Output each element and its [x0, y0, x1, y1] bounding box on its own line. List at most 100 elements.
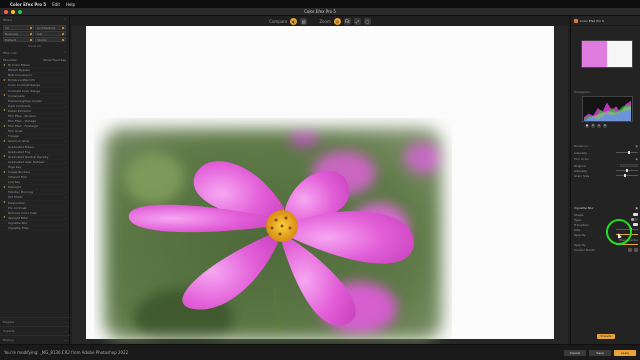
filter-list-item[interactable]: Vignette Filter ›	[3, 226, 66, 232]
background-color-button[interactable]: ▢	[363, 17, 371, 25]
add-control-point-button[interactable]	[628, 247, 632, 252]
star-icon[interactable]	[3, 191, 6, 194]
star-icon[interactable]: ★	[3, 170, 6, 174]
histogram-header[interactable]: Histogram	[571, 88, 640, 96]
star-icon[interactable]	[3, 69, 6, 72]
apply-button[interactable]: Apply	[614, 349, 636, 356]
save-button[interactable]: Save	[589, 349, 611, 356]
zoom-fit-button[interactable]: ◎	[333, 17, 341, 25]
imports-section[interactable]: Imports ⌄	[0, 326, 70, 335]
star-icon[interactable]	[3, 165, 6, 168]
filter-name: Brilliance/Warmth	[8, 78, 35, 83]
menu-help[interactable]: Help	[66, 2, 75, 7]
channel-b-button[interactable]: B	[603, 124, 607, 128]
channel-g-button[interactable]: G	[597, 124, 601, 128]
menu-edit[interactable]: Edit	[52, 2, 60, 7]
filter-name: Graduated User Defined	[8, 159, 45, 164]
original-select[interactable]	[620, 164, 638, 167]
remove-control-point-button[interactable]	[634, 247, 638, 252]
category-default[interactable]: Default	[3, 37, 34, 42]
star-icon[interactable]: ★	[3, 216, 6, 219]
compare-toggle-button[interactable]: ◐	[290, 17, 298, 25]
visibility-icon[interactable]: ◉	[635, 144, 638, 148]
image-canvas[interactable]	[72, 26, 568, 350]
visibility-icon[interactable]: ◉	[635, 206, 638, 210]
chevron-right-icon: ›	[64, 139, 66, 144]
shape-rectangle-icon[interactable]	[633, 213, 638, 216]
intensity-slider[interactable]	[616, 151, 638, 154]
star-icon[interactable]	[3, 74, 6, 77]
star-icon[interactable]	[3, 145, 6, 148]
star-icon[interactable]: ★	[3, 78, 6, 82]
favorites-toggle[interactable]: Favorites	[3, 58, 17, 62]
size-label: Size	[574, 227, 581, 232]
chevron-right-icon: ›	[64, 83, 66, 88]
category-label: Studio	[37, 37, 47, 42]
star-icon[interactable]	[3, 160, 6, 163]
star-icon[interactable]: ★	[3, 63, 6, 67]
star-icon[interactable]	[3, 206, 6, 209]
category-all[interactable]: All	[3, 25, 34, 30]
channel-rgb-button[interactable]: ●	[585, 124, 589, 128]
star-icon[interactable]	[3, 196, 6, 199]
star-icon[interactable]	[3, 99, 6, 102]
category-cat[interactable]: Cat	[35, 31, 66, 36]
slider-knob[interactable]	[626, 169, 628, 172]
star-icon[interactable]	[3, 211, 6, 214]
fullscreen-button[interactable]: ⤢	[353, 17, 361, 25]
star-icon[interactable]: ★	[3, 124, 6, 128]
control-points-label: Control Points	[574, 247, 595, 252]
flower-photo[interactable]	[94, 118, 452, 350]
intensity-slider[interactable]	[616, 169, 638, 172]
slider-knob[interactable]	[624, 174, 626, 177]
filter-list-header[interactable]: Filter List ⌃	[0, 49, 69, 57]
star-icon[interactable]	[3, 181, 6, 184]
star-icon[interactable]	[3, 89, 6, 92]
slider-knob[interactable]	[628, 151, 630, 154]
split-view-button[interactable]: ▥	[300, 17, 308, 25]
star-icon[interactable]	[3, 227, 6, 230]
star-icon[interactable]	[3, 221, 6, 224]
loupe-preview[interactable]	[581, 40, 633, 68]
star-icon[interactable]	[3, 135, 6, 138]
star-icon[interactable]: ★	[3, 94, 6, 97]
filter-b-header[interactable]: Film Grain ◉	[571, 155, 640, 163]
zoom-value[interactable]: Fit	[343, 17, 351, 25]
filter-name: Film Efex - Modern	[8, 113, 36, 118]
star-icon[interactable]	[3, 176, 6, 179]
filter-name: B/W Conversion	[8, 73, 32, 78]
star-icon[interactable]: ★	[3, 185, 6, 189]
cancel-button[interactable]: Cancel	[564, 349, 586, 356]
category-studio[interactable]: Studio	[35, 37, 66, 42]
grain-size-slider[interactable]	[616, 174, 638, 177]
chevron-right-icon: ›	[64, 154, 66, 159]
category-architecture[interactable]: Architecture	[35, 25, 66, 30]
star-icon[interactable]	[3, 84, 6, 87]
filter-name: Film Grain	[8, 129, 24, 134]
presets-section[interactable]: Presets ⌄	[0, 317, 70, 326]
star-icon[interactable]	[3, 130, 6, 133]
filter-a-header[interactable]: Brilliance ◉	[571, 142, 640, 150]
star-icon[interactable]: ★	[3, 139, 6, 143]
channel-r-button[interactable]: R	[591, 124, 595, 128]
grain-size-row: Grain Size	[571, 173, 640, 178]
menu-app-name[interactable]: Color Efex Pro 5	[10, 2, 46, 7]
star-icon[interactable]: ★	[3, 109, 6, 112]
category-business[interactable]: Business	[3, 31, 34, 36]
star-icon[interactable]	[3, 150, 6, 153]
star-icon[interactable]	[3, 104, 6, 107]
type-toggle[interactable]	[631, 218, 638, 221]
star-icon[interactable]: ★	[3, 201, 6, 204]
vignette-header[interactable]: Vignette Blur ◉	[571, 204, 640, 212]
star-icon[interactable]	[3, 114, 6, 117]
history-section[interactable]: History ⌄	[0, 335, 70, 344]
presets-button[interactable]: Presets	[597, 334, 615, 339]
collapse-icon[interactable]: ⌃	[63, 18, 66, 22]
transition-shape-icon[interactable]	[633, 223, 638, 226]
filters-section-header[interactable]: Filters ⌃	[0, 16, 69, 24]
visibility-icon[interactable]: ◉	[635, 157, 638, 161]
star-icon[interactable]	[3, 120, 6, 123]
star-icon[interactable]: ★	[3, 155, 6, 158]
show-favorites-toggle[interactable]: Show Favorites	[43, 58, 66, 62]
collapse-icon[interactable]: ⌃	[63, 51, 66, 55]
